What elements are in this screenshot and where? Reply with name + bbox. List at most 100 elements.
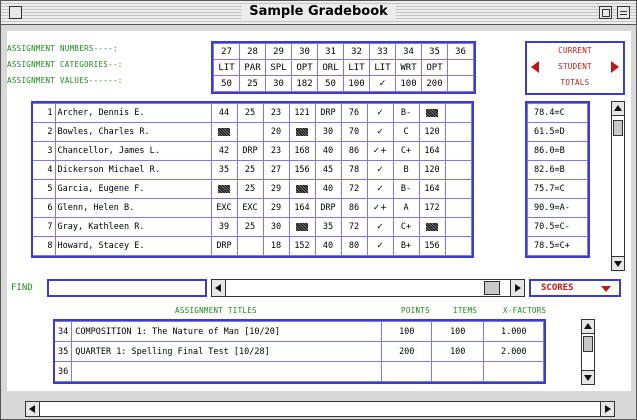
assignment-title[interactable] xyxy=(71,361,383,382)
student-row[interactable]: 4 Dickerson Michael R. 35 25 27 156 45 78 ✓ B 120 xyxy=(33,160,472,180)
student-row[interactable]: 6 Glenn, Helen B. EXC EXC 29 164 DRP 86 ✓+ A 172 xyxy=(33,198,472,218)
score-cell[interactable]: B xyxy=(392,160,420,180)
assignment-number[interactable]: 33 xyxy=(369,43,396,60)
score-cell[interactable]: 45 xyxy=(314,160,342,180)
student-row[interactable]: 7 Gray, Kathleen R. 39 25 30 35 72 ✓ C+ xyxy=(33,217,472,237)
score-cell[interactable]: 120 xyxy=(418,160,446,180)
scores-popup-menu[interactable]: SCORES xyxy=(529,279,621,297)
score-cell[interactable]: 164 xyxy=(288,198,316,218)
score-cell[interactable]: 121 xyxy=(288,103,316,123)
score-cell[interactable]: C+ xyxy=(392,217,420,237)
score-cell[interactable]: 40 xyxy=(314,179,342,199)
score-cell[interactable]: ✓ xyxy=(366,217,394,237)
assignment-items[interactable]: 100 xyxy=(431,321,485,342)
score-cell[interactable] xyxy=(288,217,316,237)
collapse-box-icon[interactable] xyxy=(617,6,630,19)
score-cell[interactable]: 39 xyxy=(210,217,238,237)
score-cell[interactable] xyxy=(418,217,446,237)
student-total[interactable]: 75.7=C xyxy=(527,179,588,199)
student-row[interactable]: 8 Howard, Stacey E. DRP 18 152 40 80 ✓ B+ 156 xyxy=(33,236,472,256)
score-cell[interactable]: ✓ xyxy=(366,103,394,123)
score-cell[interactable]: 25 xyxy=(236,103,264,123)
assignment-x-factor[interactable]: 1.000 xyxy=(483,321,545,342)
score-cell[interactable]: ✓ xyxy=(366,160,394,180)
assignment-number[interactable]: 34 xyxy=(395,43,422,60)
score-cell[interactable] xyxy=(444,103,472,123)
score-cell[interactable]: 120 xyxy=(418,122,446,142)
score-cell[interactable] xyxy=(236,236,264,256)
score-cell[interactable]: ✓ xyxy=(366,179,394,199)
assignment-value[interactable]: 25 xyxy=(239,75,266,92)
score-cell[interactable]: 78 xyxy=(340,160,368,180)
student-name[interactable]: Dickerson Michael R. xyxy=(54,160,212,180)
score-cell[interactable]: 164 xyxy=(418,179,446,199)
score-cell[interactable]: 25 xyxy=(236,179,264,199)
student-vertical-scrollbar[interactable] xyxy=(611,101,625,271)
student-row[interactable]: 5 Garcia, Eugene F. 25 29 40 72 ✓ B- 164 xyxy=(33,179,472,199)
score-cell[interactable] xyxy=(444,236,472,256)
score-cell[interactable]: A xyxy=(392,198,420,218)
assignment-row[interactable]: 36 xyxy=(55,361,545,382)
assignment-value[interactable]: 200 xyxy=(421,75,448,92)
score-cell[interactable]: ✓+ xyxy=(366,141,394,161)
score-cell[interactable]: B- xyxy=(392,103,420,123)
score-cell[interactable]: 35 xyxy=(314,217,342,237)
student-total[interactable]: 70.5=C- xyxy=(527,217,588,237)
assignment-x-factor[interactable]: 2.000 xyxy=(483,341,545,362)
score-cell[interactable]: DRP xyxy=(210,236,238,256)
assignment-category[interactable]: ORL xyxy=(317,59,344,76)
score-cell[interactable] xyxy=(444,141,472,161)
student-total[interactable]: 78.4=C xyxy=(527,103,588,123)
assignment-category[interactable]: LIT xyxy=(213,59,240,76)
score-cell[interactable]: DRP xyxy=(314,103,342,123)
student-name[interactable]: Chancellor, James L. xyxy=(54,141,212,161)
scroll-up-arrow-icon[interactable] xyxy=(582,320,594,334)
assignment-number[interactable]: 30 xyxy=(291,43,318,60)
student-row[interactable]: 3 Chancellor, James L. 42 DRP 23 168 40 86 ✓+ C+ 1… xyxy=(33,141,472,161)
score-cell[interactable] xyxy=(444,217,472,237)
assignment-category[interactable]: PAR xyxy=(239,59,266,76)
score-cell[interactable]: 152 xyxy=(288,236,316,256)
scroll-right-arrow-icon[interactable] xyxy=(600,402,614,416)
score-cell[interactable]: ✓ xyxy=(366,236,394,256)
score-cell[interactable]: ✓+ xyxy=(366,198,394,218)
scroll-thumb[interactable] xyxy=(484,281,500,295)
score-cell[interactable]: 29 xyxy=(262,179,290,199)
score-cell[interactable]: 29 xyxy=(262,198,290,218)
student-row[interactable]: 2 Bowles, Charles R. 20 30 70 ✓ C 120 xyxy=(33,122,472,142)
score-cell[interactable]: 86 xyxy=(340,198,368,218)
score-cell[interactable]: 30 xyxy=(262,217,290,237)
score-cell[interactable]: C xyxy=(392,122,420,142)
student-name[interactable]: Howard, Stacey E. xyxy=(54,236,212,256)
score-cell[interactable]: 23 xyxy=(262,141,290,161)
assignment-number[interactable]: 35 xyxy=(421,43,448,60)
assignment-horizontal-scrollbar[interactable] xyxy=(211,279,525,297)
score-cell[interactable]: 70 xyxy=(340,122,368,142)
assignment-title[interactable]: QUARTER 1: Spelling Final Test [10/28] xyxy=(71,341,383,362)
find-input[interactable] xyxy=(47,279,207,297)
assignment-category[interactable]: LIT xyxy=(343,59,370,76)
window-horizontal-scrollbar[interactable] xyxy=(25,401,615,417)
title-bar[interactable]: Sample Gradebook xyxy=(1,1,636,25)
score-cell[interactable]: 86 xyxy=(340,141,368,161)
score-cell[interactable] xyxy=(210,122,238,142)
score-cell[interactable]: EXC xyxy=(236,198,264,218)
student-total[interactable]: 61.5=D xyxy=(527,122,588,142)
score-cell[interactable]: 18 xyxy=(262,236,290,256)
assignment-row[interactable]: 34 COMPOSITION 1: The Nature of Man [10/2… xyxy=(55,321,545,342)
score-cell[interactable]: C+ xyxy=(392,141,420,161)
score-cell[interactable]: ✓ xyxy=(366,122,394,142)
scroll-right-arrow-icon[interactable] xyxy=(510,280,524,296)
student-name[interactable]: Glenn, Helen B. xyxy=(54,198,212,218)
score-cell[interactable]: 23 xyxy=(262,103,290,123)
scroll-down-arrow-icon[interactable] xyxy=(612,256,624,270)
close-box-icon[interactable] xyxy=(9,6,22,19)
assignment-number[interactable]: 31 xyxy=(317,43,344,60)
student-total[interactable]: 78.5=C+ xyxy=(527,236,588,256)
assignment-category[interactable]: LIT xyxy=(369,59,396,76)
score-cell[interactable]: 27 xyxy=(262,160,290,180)
assignment-category[interactable] xyxy=(447,59,474,76)
score-cell[interactable]: 168 xyxy=(288,141,316,161)
scroll-thumb[interactable] xyxy=(613,120,623,136)
assignment-points[interactable] xyxy=(381,361,433,382)
